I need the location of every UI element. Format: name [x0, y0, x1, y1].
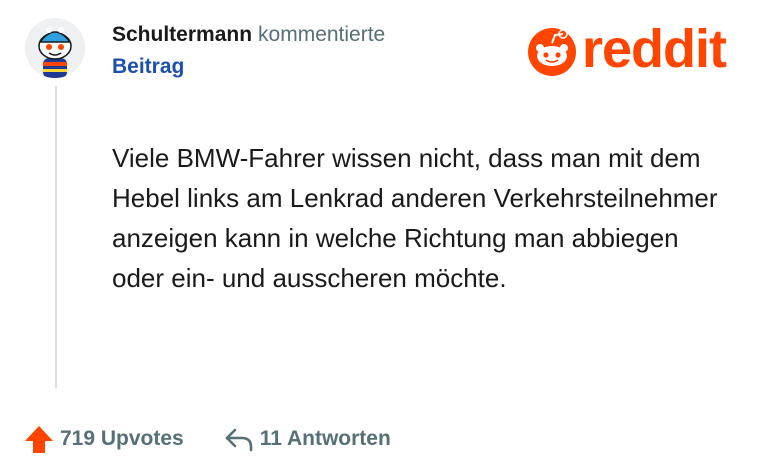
upvote-button[interactable]: 719 Upvotes: [24, 424, 184, 454]
upvote-arrow-icon: [25, 426, 53, 453]
snoo-avatar-icon: [25, 18, 85, 78]
avatar[interactable]: [25, 18, 85, 78]
comment-header: Schultermann kommentierte: [112, 22, 385, 48]
comment-actions: 719 Upvotes 11 Antworten: [24, 422, 391, 456]
thread-line: [55, 86, 57, 388]
reddit-logo: reddit: [526, 19, 740, 82]
reply-count: 11 Antworten: [259, 427, 391, 450]
reddit-wordmark: reddit: [582, 19, 727, 79]
post-link[interactable]: Beitrag: [112, 54, 184, 80]
comment-body: Viele BMW-Fahrer wissen nicht, dass man …: [112, 143, 718, 293]
upvote-count: 719 Upvotes: [60, 427, 184, 450]
action-label: kommentierte: [258, 23, 386, 46]
author-name[interactable]: Schultermann: [112, 23, 252, 46]
reddit-snoo-icon: [528, 28, 576, 76]
reply-arrow-icon: [225, 428, 253, 452]
reply-button[interactable]: 11 Antworten: [224, 426, 391, 452]
